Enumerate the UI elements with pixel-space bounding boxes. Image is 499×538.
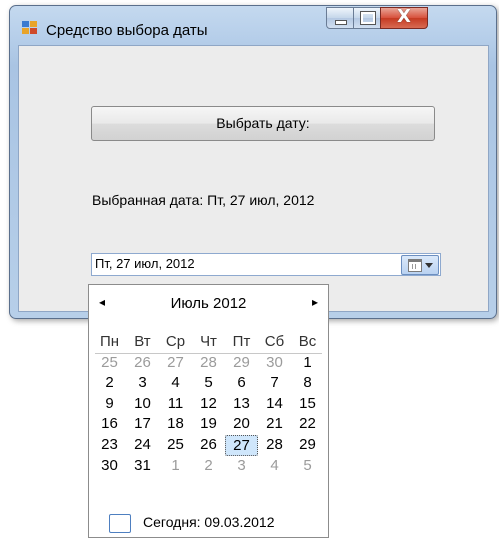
- day-cell[interactable]: 26: [126, 353, 159, 374]
- day-cell[interactable]: 30: [93, 456, 126, 477]
- title-bar[interactable]: Средство выбора даты X: [10, 6, 496, 48]
- minimize-button[interactable]: [326, 7, 354, 29]
- weekday-header: Вс: [298, 333, 317, 350]
- close-button[interactable]: X: [380, 6, 428, 29]
- day-cell[interactable]: 25: [159, 435, 192, 456]
- weekday-header: Чт: [200, 333, 217, 350]
- day-cell[interactable]: 4: [159, 373, 192, 394]
- calendar-icon: [408, 259, 422, 272]
- day-cell[interactable]: 14: [258, 394, 291, 415]
- today-label[interactable]: Сегодня: 09.03.2012: [143, 514, 275, 530]
- day-cell[interactable]: 25: [93, 353, 126, 374]
- weekday-header: Вт: [134, 333, 151, 350]
- app-form-icon: [22, 21, 38, 35]
- day-cell[interactable]: 5: [192, 373, 225, 394]
- day-cell[interactable]: 7: [258, 373, 291, 394]
- day-cell[interactable]: 2: [93, 373, 126, 394]
- day-cell[interactable]: 28: [192, 353, 225, 374]
- week-row: 9 10 11 12 13 14 15: [93, 394, 324, 415]
- day-cell[interactable]: 31: [126, 456, 159, 477]
- maximize-icon: [360, 11, 376, 25]
- day-cell[interactable]: 8: [291, 373, 324, 394]
- pick-date-button[interactable]: Выбрать дату:: [91, 106, 435, 141]
- weekday-header-row: Пн Вт Ср Чт Пт Сб Вс: [93, 332, 324, 353]
- day-cell[interactable]: 6: [225, 373, 258, 394]
- day-cell[interactable]: 27: [159, 353, 192, 374]
- day-cell[interactable]: 19: [192, 414, 225, 435]
- today-marker-icon: [109, 514, 131, 533]
- week-row: 25 26 27 28 29 30 1: [93, 353, 324, 374]
- day-cell[interactable]: 11: [159, 394, 192, 415]
- week-row: 2 3 4 5 6 7 8: [93, 373, 324, 394]
- day-cell[interactable]: 15: [291, 394, 324, 415]
- weekday-header: Пт: [232, 333, 251, 350]
- main-window: Средство выбора даты X Выбрать дату: Выб…: [9, 5, 497, 319]
- close-icon: X: [397, 6, 411, 27]
- day-cell[interactable]: 26: [192, 435, 225, 456]
- weekday-header: Сб: [264, 333, 285, 350]
- day-cell[interactable]: 21: [258, 414, 291, 435]
- day-cell[interactable]: 17: [126, 414, 159, 435]
- day-cell[interactable]: 3: [126, 373, 159, 394]
- day-cell[interactable]: 10: [126, 394, 159, 415]
- day-cell[interactable]: 30: [258, 353, 291, 374]
- day-cell[interactable]: 3: [225, 456, 258, 477]
- dropdown-arrow-icon: [425, 263, 433, 268]
- minimize-icon: [335, 20, 347, 25]
- calendar-dropdown-button[interactable]: [401, 255, 439, 275]
- day-cell[interactable]: 1: [159, 456, 192, 477]
- day-cell[interactable]: 29: [291, 435, 324, 456]
- day-cell[interactable]: 20: [225, 414, 258, 435]
- weekday-header: Пн: [99, 333, 120, 350]
- day-cell[interactable]: 16: [93, 414, 126, 435]
- next-month-icon[interactable]: ▸: [312, 295, 318, 309]
- day-cell[interactable]: 2: [192, 456, 225, 477]
- form-client-area: Выбрать дату: Выбранная дата: Пт, 27 июл…: [18, 45, 489, 312]
- day-cell[interactable]: 22: [291, 414, 324, 435]
- day-cell[interactable]: 4: [258, 456, 291, 477]
- day-cell[interactable]: 29: [225, 353, 258, 374]
- calendar-dropdown: ◂ Июль 2012 ▸ Пн Вт Ср Чт Пт Сб Вс 25 26…: [88, 284, 329, 538]
- day-cell[interactable]: 9: [93, 394, 126, 415]
- day-cell[interactable]: 28: [258, 435, 291, 456]
- day-cell[interactable]: 12: [192, 394, 225, 415]
- day-cell[interactable]: 24: [126, 435, 159, 456]
- day-cell[interactable]: 13: [225, 394, 258, 415]
- day-cell[interactable]: 1: [291, 353, 324, 374]
- day-cell[interactable]: 23: [93, 435, 126, 456]
- date-picker-value: Пт, 27 июл, 2012: [95, 256, 195, 271]
- selected-day-cell[interactable]: 27: [225, 434, 258, 456]
- day-cell[interactable]: 5: [291, 456, 324, 477]
- week-row: 30 31 1 2 3 4 5: [93, 456, 324, 477]
- day-cell[interactable]: 18: [159, 414, 192, 435]
- maximize-button[interactable]: [353, 7, 381, 29]
- date-picker-field[interactable]: Пт, 27 июл, 2012: [91, 253, 441, 276]
- month-title[interactable]: Июль 2012: [89, 295, 328, 312]
- window-title: Средство выбора даты: [46, 22, 208, 39]
- weekday-divider: [95, 353, 322, 354]
- week-row: 23 24 25 26 27 28 29: [93, 434, 324, 456]
- selected-date-label: Выбранная дата: Пт, 27 июл, 2012: [92, 192, 315, 208]
- week-row: 16 17 18 19 20 21 22: [93, 414, 324, 435]
- weekday-header: Ср: [165, 333, 186, 350]
